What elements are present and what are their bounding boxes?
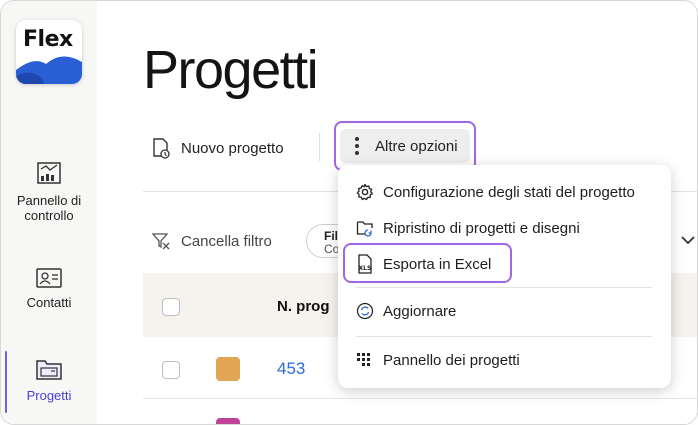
refresh-icon [356,302,374,320]
dashboard-chart-icon [37,162,61,184]
menu-item-projects-panel[interactable]: Pannello dei progetti [356,351,520,369]
folder-icon [36,360,62,380]
folder-restore-icon [356,221,373,237]
row-checkbox[interactable] [162,361,180,379]
sidebar-item-label: Contatti [26,295,72,310]
menu-item-restore-projects[interactable]: Ripristino di progetti e disegni [356,219,580,237]
sidebar-item-dashboard[interactable]: Pannello di controllo [1,159,97,223]
gear-icon [356,183,373,201]
clear-filter-label: Cancella filtro [181,232,272,250]
menu-item-label: Ripristino di progetti e disegni [383,219,580,237]
chevron-down-icon[interactable] [681,235,695,245]
app-window: Flex Pannello di controllo Contatti Prog… [0,0,698,425]
more-options-button[interactable]: Altre opzioni [340,129,470,163]
menu-divider [356,336,652,337]
new-document-icon [153,138,170,159]
column-header-project-number[interactable]: N. prog [277,298,330,315]
sidebar-item-projects[interactable]: Progetti [1,356,97,403]
more-options-label: Altre opzioni [375,137,458,155]
menu-divider [356,287,652,288]
menu-item-status-config[interactable]: Configurazione degli stati del progetto [356,183,635,201]
menu-item-label: Pannello dei progetti [383,351,520,369]
logo-wave-icon [16,56,82,84]
svg-text:XLS: XLS [359,265,372,272]
sidebar-item-label: Progetti [26,388,72,403]
toolbar-divider [319,133,320,161]
page-title: Progetti [143,40,319,100]
select-all-checkbox[interactable] [162,298,180,316]
new-project-button[interactable]: Nuovo progetto [151,137,284,159]
contact-card-icon [36,268,62,288]
grid-dots-icon [357,353,370,366]
app-logo[interactable]: Flex [16,20,82,84]
new-project-label: Nuovo progetto [181,139,284,157]
filter-title: Fil [324,229,338,243]
menu-item-refresh[interactable]: Aggiornare [356,302,456,320]
menu-item-label: Esporta in Excel [383,255,492,273]
sidebar: Flex Pannello di controllo Contatti Prog… [1,1,97,424]
more-options-menu: Configurazione degli stati del progetto … [338,165,671,388]
project-number-link[interactable]: 453 [277,359,305,379]
filter-clear-icon [151,233,170,250]
project-color-swatch [216,357,240,381]
menu-item-label: Aggiornare [383,302,457,320]
sidebar-item-label-line2: controllo [24,208,74,223]
more-vertical-icon [355,137,359,155]
sidebar-item-contacts[interactable]: Contatti [1,267,97,310]
sidebar-item-label: Pannello di [16,193,82,208]
project-color-swatch [216,418,240,424]
clear-filter-button[interactable]: Cancella filtro [151,231,272,251]
menu-item-label: Configurazione degli stati del progetto [383,183,635,201]
menu-item-export-excel[interactable]: XLS Esporta in Excel [356,254,491,274]
xls-file-icon: XLS [358,254,372,274]
more-options-highlight: Altre opzioni [334,121,476,171]
